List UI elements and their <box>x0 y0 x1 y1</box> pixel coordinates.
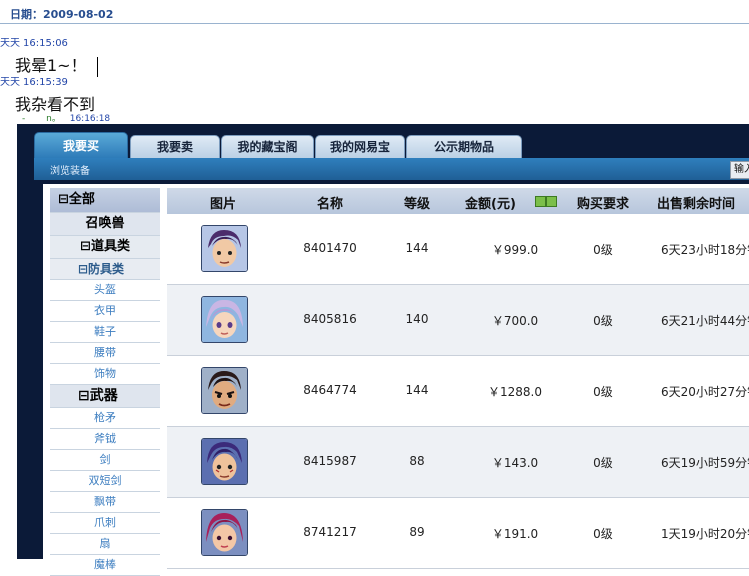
item-remaining: 1天19小时20分钟 <box>661 527 749 541</box>
col-level: 等级 <box>403 197 430 212</box>
item-level: 144 <box>405 383 429 397</box>
category-sidebar: ⊟全部 召唤兽 ⊟道具类 ⊟防具类 头盔 衣甲 鞋子 腰带 饰物 ⊟武器 枪矛 … <box>50 188 160 576</box>
category-axe[interactable]: 斧钺 <box>50 429 160 450</box>
chat-sender: 天天 <box>0 77 20 88</box>
category-dual-swords[interactable]: 双短剑 <box>50 471 160 492</box>
category-sword[interactable]: 剑 <box>50 450 160 471</box>
item-price: ￥700.0 <box>491 314 539 328</box>
item-avatar[interactable] <box>201 296 248 343</box>
trade-panel: 我要买 我要卖 我的藏宝阁 我的网易宝 公示期物品 浏览装备 输入物 ⊟全部 召… <box>17 124 749 576</box>
sub-toolbar: 浏览装备 输入物 <box>34 158 749 180</box>
category-belt[interactable]: 腰带 <box>50 343 160 364</box>
item-name: 8415987 <box>303 454 357 468</box>
item-level: 89 <box>409 525 425 539</box>
item-remaining: 6天20小时27分钟 <box>661 385 749 399</box>
tab-sell[interactable]: 我要卖 <box>130 135 220 159</box>
item-avatar[interactable] <box>201 509 248 556</box>
input-button[interactable]: 输入物 <box>730 161 749 179</box>
listing-table: 图片 名称 等级 金额(元) 购买要求 出售剩余时间 8401470 144 ￥… <box>167 188 749 569</box>
item-requirement: 0级 <box>593 527 613 541</box>
item-level: 88 <box>409 454 425 468</box>
category-weapons[interactable]: ⊟武器 <box>50 385 160 408</box>
item-price: ￥1288.0 <box>488 385 542 399</box>
item-level: 144 <box>405 241 429 255</box>
sort-icon[interactable] <box>535 196 546 207</box>
table-row[interactable]: 8405816 140 ￥700.0 0级 6天21小时44分钟 <box>167 285 749 356</box>
item-remaining: 6天19小时59分钟 <box>661 456 749 470</box>
category-armor-suit[interactable]: 衣甲 <box>50 301 160 322</box>
category-helmet[interactable]: 头盔 <box>50 280 160 301</box>
item-level: 140 <box>405 312 429 326</box>
table-row[interactable]: 8401470 144 ￥999.0 0级 6天23小时18分钟 <box>167 214 749 285</box>
category-wand[interactable]: 魔棒 <box>50 555 160 576</box>
item-avatar[interactable] <box>201 438 248 485</box>
tab-my-wallet[interactable]: 我的网易宝 <box>315 135 405 159</box>
table-row[interactable]: 8415987 88 ￥143.0 0级 6天19小时59分钟 <box>167 427 749 498</box>
item-avatar[interactable] <box>201 367 248 414</box>
category-claw[interactable]: 爪刺 <box>50 513 160 534</box>
tab-public-items[interactable]: 公示期物品 <box>406 135 522 159</box>
date-bar: 日期：2009-08-02 <box>0 0 749 24</box>
item-name: 8401470 <box>303 241 357 255</box>
item-avatar[interactable] <box>201 225 248 272</box>
chat-sender: n。 <box>46 114 61 124</box>
date-label: 日期：2009-08-02 <box>10 8 114 21</box>
col-image: 图片 <box>209 197 236 212</box>
item-name: 8464774 <box>303 383 357 397</box>
col-remaining: 出售剩余时间 <box>657 197 736 212</box>
tab-buy[interactable]: 我要买 <box>34 132 128 160</box>
table-header: 图片 名称 等级 金额(元) 购买要求 出售剩余时间 <box>167 188 749 214</box>
item-price: ￥143.0 <box>491 456 539 470</box>
chat-dash: - <box>22 114 26 124</box>
category-armor[interactable]: ⊟防具类 <box>50 259 160 280</box>
content-area: ⊟全部 召唤兽 ⊟道具类 ⊟防具类 头盔 衣甲 鞋子 腰带 饰物 ⊟武器 枪矛 … <box>43 184 749 576</box>
table-row[interactable]: 8464774 144 ￥1288.0 0级 6天20小时27分钟 <box>167 356 749 427</box>
item-price: ￥999.0 <box>491 243 539 257</box>
chat-time: 16:16:18 <box>69 114 111 124</box>
item-requirement: 0级 <box>593 314 613 328</box>
category-fan[interactable]: 扇 <box>50 534 160 555</box>
item-price: ￥191.0 <box>491 527 539 541</box>
category-summon[interactable]: 召唤兽 <box>50 213 160 236</box>
text-cursor <box>96 56 98 77</box>
item-name: 8405816 <box>303 312 357 326</box>
item-remaining: 6天21小时44分钟 <box>661 314 749 328</box>
item-requirement: 0级 <box>593 243 613 257</box>
chat-time: 16:15:39 <box>23 77 68 88</box>
tab-my-treasure[interactable]: 我的藏宝阁 <box>221 135 314 159</box>
col-requirement: 购买要求 <box>576 197 629 212</box>
chat-time: 16:15:06 <box>23 38 68 49</box>
chat-message: 天天 16:15:39 我杂看不到 <box>0 70 95 115</box>
category-ribbon[interactable]: 飘带 <box>50 492 160 513</box>
col-price: 金额(元) <box>465 197 516 212</box>
category-shoes[interactable]: 鞋子 <box>50 322 160 343</box>
category-spear[interactable]: 枪矛 <box>50 408 160 429</box>
table-row[interactable]: 8741217 89 ￥191.0 0级 1天19小时20分钟 <box>167 498 749 569</box>
browse-equipment-link[interactable]: 浏览装备 <box>50 162 90 177</box>
chat-line-partial: - n。 16:16:18 <box>22 111 110 124</box>
category-items[interactable]: ⊟道具类 <box>50 236 160 259</box>
sort-icon[interactable] <box>546 196 557 207</box>
category-all[interactable]: ⊟全部 <box>50 188 160 213</box>
chat-sender: 天天 <box>0 38 20 49</box>
item-requirement: 0级 <box>593 456 613 470</box>
item-requirement: 0级 <box>593 385 613 399</box>
item-name: 8741217 <box>303 525 357 539</box>
col-name: 名称 <box>316 197 343 212</box>
category-accessory[interactable]: 饰物 <box>50 364 160 385</box>
item-remaining: 6天23小时18分钟 <box>661 243 749 257</box>
